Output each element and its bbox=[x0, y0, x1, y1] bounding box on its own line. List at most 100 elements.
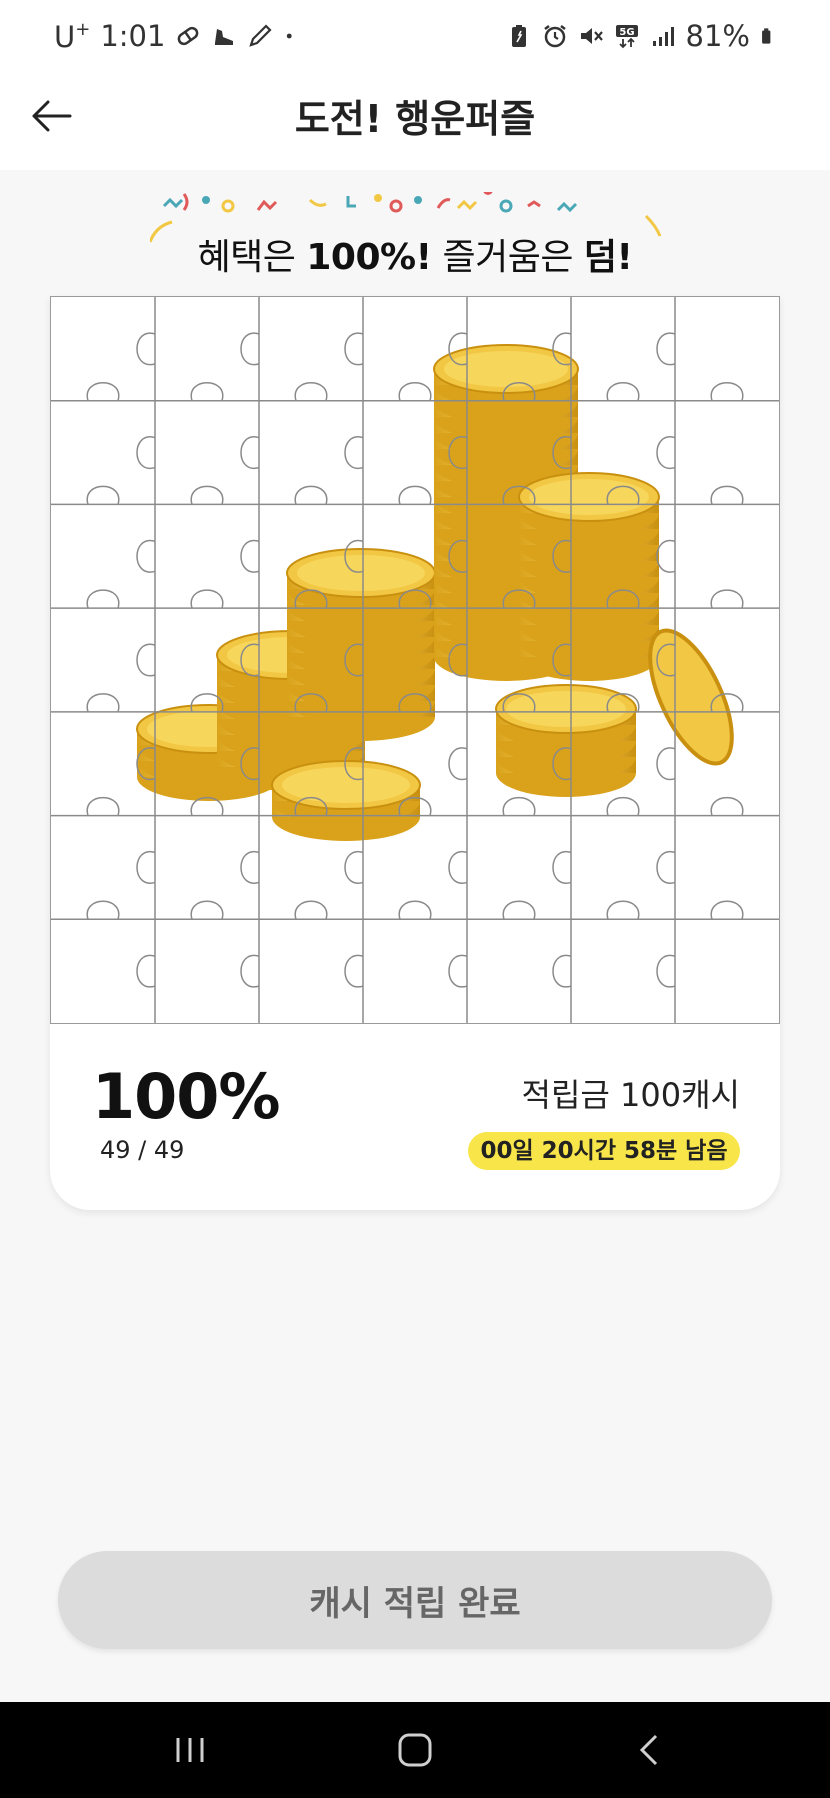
puzzle-knob bbox=[344, 954, 364, 988]
puzzle-knob bbox=[294, 900, 328, 920]
puzzle-knob bbox=[398, 485, 432, 505]
puzzle-knob bbox=[398, 381, 432, 401]
pencil-icon bbox=[249, 24, 273, 47]
puzzle-knob bbox=[710, 485, 744, 505]
puzzle-knob bbox=[710, 381, 744, 401]
svg-text:5G: 5G bbox=[619, 27, 634, 38]
puzzle-knob bbox=[86, 381, 120, 401]
puzzle-knob bbox=[502, 589, 536, 609]
puzzle-grid bbox=[51, 297, 779, 1023]
puzzle-knob bbox=[344, 332, 364, 366]
puzzle-knob bbox=[656, 332, 676, 366]
5g-icon: 5G bbox=[615, 25, 638, 49]
pieces-count: 49 / 49 bbox=[100, 1136, 185, 1164]
puzzle-knob bbox=[190, 693, 224, 713]
puzzle-knob bbox=[502, 900, 536, 920]
puzzle-knob bbox=[502, 693, 536, 713]
puzzle-knob bbox=[448, 436, 468, 469]
puzzle-card: 100% 49 / 49 적립금 100캐시 00일 20시간 58분 남음 bbox=[50, 296, 780, 1210]
puzzle-knob bbox=[190, 589, 224, 609]
status-left: U+ 1:01 bbox=[54, 16, 301, 56]
tagline: 혜택은 100%! 즐거움은 덤! bbox=[197, 237, 633, 278]
puzzle-knob bbox=[136, 539, 156, 573]
puzzle-knob bbox=[136, 954, 156, 988]
puzzle-knob bbox=[190, 485, 224, 505]
status-bar: U+ 1:01 5G 81% bbox=[0, 0, 830, 72]
puzzle-knob bbox=[136, 747, 156, 781]
puzzle-knob bbox=[552, 436, 572, 469]
puzzle-knob bbox=[710, 693, 744, 713]
puzzle-knob bbox=[656, 851, 676, 884]
puzzle-knob bbox=[136, 851, 156, 884]
puzzle-knob bbox=[294, 485, 328, 505]
puzzle-knob bbox=[448, 332, 468, 366]
puzzle-knob bbox=[552, 539, 572, 573]
puzzle-knob bbox=[398, 589, 432, 609]
puzzle-knob bbox=[606, 796, 640, 816]
puzzle-knob bbox=[606, 485, 640, 505]
page-title: 도전! 행운퍼즐 bbox=[294, 97, 536, 141]
puzzle-knob bbox=[240, 436, 260, 469]
puzzle-knob bbox=[344, 539, 364, 573]
puzzle-knob bbox=[606, 900, 640, 920]
puzzle-knob bbox=[294, 796, 328, 816]
home-icon[interactable] bbox=[391, 1728, 439, 1772]
puzzle-knob bbox=[448, 954, 468, 988]
reward-label: 적립금 100캐시 bbox=[521, 1076, 740, 1114]
puzzle-knob bbox=[552, 747, 572, 781]
puzzle-knob bbox=[190, 796, 224, 816]
puzzle-knob bbox=[86, 693, 120, 713]
puzzle-knob bbox=[86, 796, 120, 816]
puzzle-knob bbox=[240, 747, 260, 781]
battery-icon bbox=[762, 28, 771, 44]
puzzle-knob bbox=[552, 851, 572, 884]
puzzle-board[interactable] bbox=[50, 296, 780, 1024]
puzzle-knob bbox=[710, 589, 744, 609]
puzzle-knob bbox=[398, 900, 432, 920]
puzzle-knob bbox=[190, 900, 224, 920]
progress-percent: 100% bbox=[92, 1060, 281, 1133]
status-right: 5G 81% bbox=[506, 16, 778, 56]
puzzle-knob bbox=[294, 693, 328, 713]
puzzle-knob bbox=[502, 485, 536, 505]
clock: 1:01 bbox=[100, 19, 166, 53]
alarm-icon bbox=[543, 25, 566, 48]
puzzle-knob bbox=[656, 954, 676, 988]
puzzle-knob bbox=[344, 851, 364, 884]
back-icon[interactable] bbox=[626, 1728, 674, 1772]
puzzle-knob bbox=[606, 589, 640, 609]
puzzle-knob bbox=[240, 643, 260, 677]
puzzle-knob bbox=[606, 381, 640, 401]
puzzle-knob bbox=[86, 900, 120, 920]
puzzle-knob bbox=[240, 851, 260, 884]
puzzle-knob bbox=[552, 954, 572, 988]
puzzle-knob bbox=[86, 485, 120, 505]
puzzle-knob bbox=[448, 851, 468, 884]
puzzle-knob bbox=[86, 589, 120, 609]
tagline-area: 혜택은 100%! 즐거움은 덤! bbox=[150, 192, 680, 282]
puzzle-knob bbox=[344, 747, 364, 781]
puzzle-knob bbox=[656, 436, 676, 469]
puzzle-knob bbox=[344, 643, 364, 677]
puzzle-knob bbox=[240, 954, 260, 988]
puzzle-knob bbox=[710, 796, 744, 816]
cash-complete-button[interactable]: 캐시 적립 완료 bbox=[58, 1551, 772, 1649]
puzzle-knob bbox=[656, 643, 676, 677]
puzzle-knob bbox=[136, 436, 156, 469]
puzzle-knob bbox=[344, 436, 364, 469]
puzzle-knob bbox=[606, 693, 640, 713]
time-remaining-badge: 00일 20시간 58분 남음 bbox=[468, 1132, 740, 1170]
puzzle-knob bbox=[240, 332, 260, 366]
system-nav-bar bbox=[0, 1702, 830, 1798]
puzzle-knob bbox=[398, 796, 432, 816]
shoe-icon bbox=[215, 29, 234, 45]
puzzle-knob bbox=[656, 539, 676, 573]
puzzle-knob bbox=[294, 381, 328, 401]
puzzle-knob bbox=[656, 747, 676, 781]
puzzle-knob bbox=[448, 747, 468, 781]
signal-icon bbox=[652, 27, 674, 46]
puzzle-knob bbox=[552, 332, 572, 366]
puzzle-knob bbox=[240, 539, 260, 573]
carrier-label: U+ bbox=[54, 18, 91, 54]
recent-apps-icon[interactable] bbox=[166, 1728, 214, 1772]
